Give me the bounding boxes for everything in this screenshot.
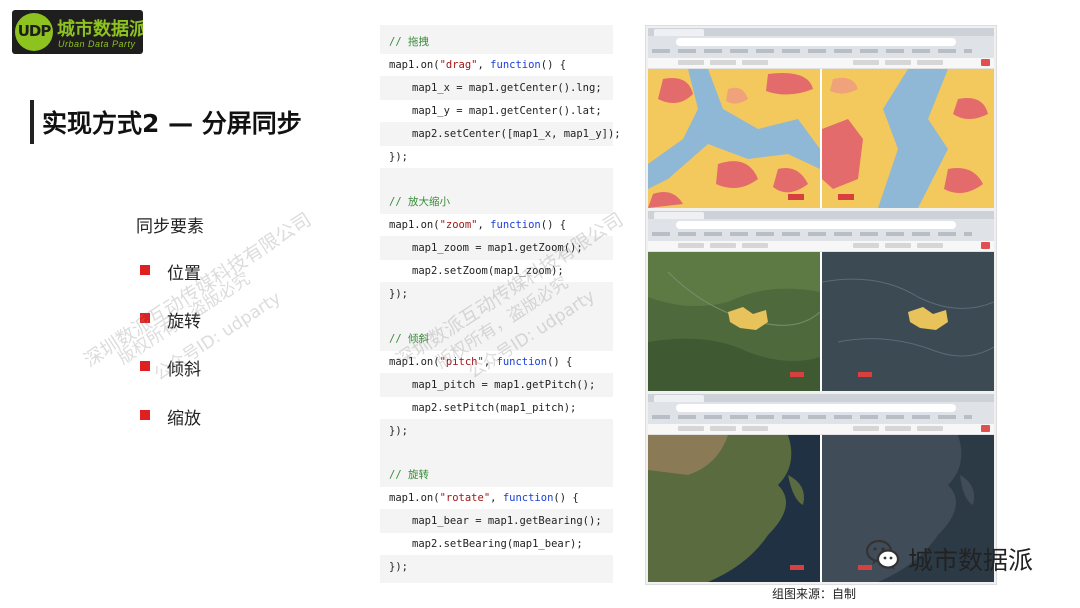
logo-name: 城市数据派 [57, 19, 143, 40]
code-line: }); [389, 561, 408, 573]
split-map-thematic [648, 69, 994, 208]
logo-mark: UDP [17, 22, 52, 40]
app-toolbar [648, 424, 994, 435]
code-line: map2.setBearing(map1_bear); [380, 533, 645, 555]
code-comment: // 放大缩小 [389, 196, 450, 208]
browser-chrome [648, 394, 994, 424]
title-accent-bar [30, 100, 34, 144]
split-map-satellite [648, 252, 994, 391]
wechat-account-name: 城市数据派 [908, 546, 1034, 575]
bullet-icon [140, 410, 150, 420]
code-line: map1_bear = map1.getBearing(); [412, 515, 602, 527]
browser-chrome [648, 28, 994, 58]
code-line: map2.setPitch(map1_pitch); [380, 397, 645, 419]
page-title: 实现方式2 — 分屏同步 [42, 109, 302, 138]
browser-screenshot [648, 28, 994, 208]
logo-badge: UDP [15, 13, 53, 51]
app-toolbar [648, 58, 994, 69]
code-line: }); [380, 146, 622, 168]
code-line: map1.on("drag", function() { [380, 54, 622, 76]
sync-heading: 同步要素 [136, 217, 204, 237]
screenshot-collage [645, 25, 997, 585]
code-line: map2.setCenter([map1_x, map1_y]); [412, 128, 621, 140]
brand-logo: UDP 城市数据派 Urban Data Party [12, 10, 143, 54]
sync-item: 缩放 [167, 409, 201, 429]
code-line: map1_x = map1.getCenter().lng; [412, 82, 602, 94]
app-toolbar [648, 241, 994, 252]
code-line: map1_pitch = map1.getPitch(); [412, 379, 596, 391]
code-line: }); [389, 425, 408, 437]
code-comment: // 拖拽 [389, 36, 429, 48]
logo-tagline: Urban Data Party [58, 39, 136, 49]
browser-chrome [648, 211, 994, 241]
code-line: map1.on("rotate", function() { [380, 487, 622, 509]
wechat-icon [865, 538, 900, 572]
bullet-icon [140, 265, 150, 275]
code-comment: // 旋转 [389, 469, 429, 481]
figure-caption: 组图来源：自制 [772, 587, 857, 601]
code-line: map1_y = map1.getCenter().lat; [380, 100, 645, 122]
browser-screenshot [648, 211, 994, 391]
